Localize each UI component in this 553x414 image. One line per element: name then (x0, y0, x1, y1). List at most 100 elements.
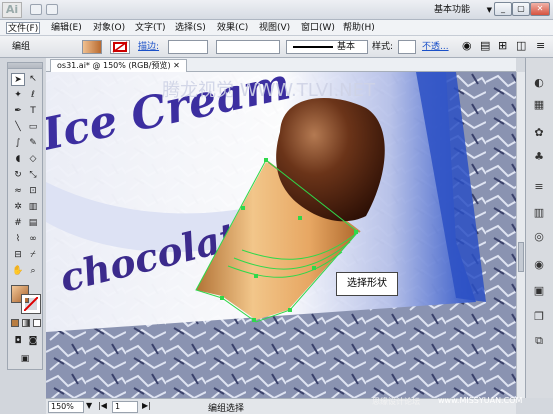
screen-mode-icon[interactable]: ▣ (18, 353, 32, 366)
hand-icon[interactable]: ✋ (11, 265, 25, 278)
menu-edit[interactable]: 编辑(E) (50, 22, 83, 34)
zoom-field[interactable]: 150% (48, 401, 84, 413)
color-icon[interactable]: ◐ (531, 76, 547, 90)
title-bar: Ai 基本功能 ▼ _ ▢ ✕ (0, 0, 553, 20)
arrange-docs-button[interactable] (46, 4, 58, 15)
stroke-swatch[interactable] (110, 40, 130, 54)
artboard-canvas[interactable]: Ice Cream chocolate 腾龙视觉 WWW.TLVI.NET (46, 72, 516, 398)
line-icon[interactable]: ╲ (11, 121, 25, 134)
workspace-switcher[interactable]: 基本功能 ▼ (434, 3, 492, 17)
direct-selection-icon[interactable]: ↖ (26, 73, 40, 86)
first-artboard-icon[interactable]: |◀ (98, 401, 107, 410)
last-artboard-icon[interactable]: ▶| (142, 401, 151, 410)
selection-icon[interactable]: ➤ (11, 73, 25, 86)
current-tool-status[interactable]: 编组选择 (208, 401, 244, 414)
brushes-icon[interactable]: ✿ (531, 126, 547, 140)
stroke-icon[interactable]: ≡ (531, 180, 547, 194)
swatches-icon[interactable]: ▦ (531, 98, 547, 112)
lasso-icon[interactable]: ℓ (26, 89, 40, 102)
eyedropper-icon[interactable]: ⌇ (11, 233, 25, 246)
vertical-scroll-thumb[interactable] (518, 242, 524, 272)
stroke-panel-link[interactable]: 描边: (138, 40, 159, 54)
panel-menu-icon[interactable]: ≡ (536, 39, 545, 53)
menu-view[interactable]: 视图(V) (258, 22, 291, 34)
symbols-icon[interactable]: ♣ (531, 150, 547, 164)
eraser-icon[interactable]: ◇ (26, 153, 40, 166)
free-transform-icon[interactable]: ⊡ (26, 185, 40, 198)
transform-icon[interactable]: ⊞ (498, 39, 507, 53)
menu-file[interactable]: 文件(F) (6, 22, 41, 34)
app-logo: Ai (2, 2, 22, 18)
pen-icon[interactable]: ✒ (11, 105, 25, 118)
none-mode-icon[interactable] (33, 319, 41, 327)
close-button[interactable]: ✕ (530, 2, 550, 16)
graph-icon[interactable]: ▥ (26, 201, 40, 214)
graphic-style-swatch[interactable] (398, 40, 416, 54)
footer-watermark-left: 思缘设计论坛 (372, 397, 420, 406)
symbol-sprayer-icon[interactable]: ✲ (11, 201, 25, 214)
transparency-icon[interactable]: ◎ (531, 230, 547, 244)
color-mode-icon[interactable] (11, 319, 19, 327)
draw-normal-icon[interactable]: ◘ (11, 335, 25, 348)
variable-width-select[interactable] (216, 40, 280, 54)
none-slash-icon (24, 297, 38, 311)
graphic-style-label: 样式: (372, 42, 394, 52)
toolbox-grip[interactable] (8, 63, 42, 69)
scale-icon[interactable]: ⤡ (26, 169, 40, 182)
minimize-button[interactable]: _ (494, 2, 512, 16)
menu-effect[interactable]: 效果(C) (216, 22, 249, 34)
document-tab[interactable]: os31.ai* @ 150% (RGB/预览) ✕ (50, 59, 187, 72)
menu-help[interactable]: 帮助(H) (342, 22, 376, 34)
document-tab-label: os31.ai* @ 150% (RGB/预览) (57, 61, 171, 70)
brush-profile-select[interactable]: 基本 (286, 40, 368, 54)
slice-icon[interactable]: ⌿ (26, 249, 40, 262)
gradient-icon[interactable]: ▤ (26, 217, 40, 230)
chevron-down-icon: ▼ (486, 6, 492, 14)
instruction-callout: 选择形状 (336, 272, 398, 296)
zoom-icon[interactable]: ⌕ (26, 265, 40, 278)
rectangle-icon[interactable]: ▭ (26, 121, 40, 134)
type-icon[interactable]: T (26, 105, 40, 118)
fill-swatch[interactable] (82, 40, 102, 54)
illustrator-window: Ai 基本功能 ▼ _ ▢ ✕ 文件(F) 编辑(E) 对象(O) 文字(T) 选… (0, 0, 553, 414)
panel-dock: ◐ ▦ ✿ ♣ ≡ ▥ ◎ ◉ ▣ ❐ ⧉ (525, 58, 553, 398)
toolbox: ➤ ↖ ✦ ℓ ✒ T ╲ ▭ ∫ ✎ ◖ ◇ ↻ ⤡ ≈ ⊡ ✲ ▥ # ▤ … (7, 62, 43, 370)
menu-window[interactable]: 窗口(W) (300, 22, 336, 34)
bridge-button[interactable] (30, 4, 42, 15)
vertical-scrollbar[interactable] (516, 72, 525, 398)
draw-behind-icon[interactable]: ◙ (26, 335, 40, 348)
layers-icon[interactable]: ❐ (531, 310, 547, 324)
blend-icon[interactable]: ∞ (26, 233, 40, 246)
warp-icon[interactable]: ≈ (11, 185, 25, 198)
blob-brush-icon[interactable]: ◖ (11, 153, 25, 166)
workspace-label: 基本功能 (434, 5, 471, 15)
rotate-icon[interactable]: ↻ (11, 169, 25, 182)
appearance-icon[interactable]: ◉ (531, 258, 547, 272)
document-tab-bar: os31.ai* @ 150% (RGB/预览) ✕ (46, 58, 516, 72)
artboards-icon[interactable]: ⧉ (531, 334, 547, 348)
menu-object[interactable]: 对象(O) (92, 22, 126, 34)
selection-type-label: 编组 (12, 42, 31, 52)
no-stroke-icon (112, 41, 128, 53)
artboard-field[interactable]: 1 (112, 401, 138, 413)
isolate-group-icon[interactable]: ◫ (516, 39, 526, 53)
close-tab-icon[interactable]: ✕ (173, 61, 180, 70)
opacity-link[interactable]: 不透... (422, 40, 449, 54)
recolor-icon[interactable]: ◉ (462, 39, 472, 53)
graphic-styles-icon[interactable]: ▣ (531, 284, 547, 298)
pencil-icon[interactable]: ✎ (26, 137, 40, 150)
gradient-mode-icon[interactable] (22, 319, 30, 327)
zoom-dropdown-icon[interactable]: ▼ (86, 401, 92, 410)
gradient-panel-icon[interactable]: ▥ (531, 206, 547, 220)
align-icon[interactable]: ▤ (480, 39, 490, 53)
brush-icon[interactable]: ∫ (11, 137, 25, 150)
menu-type[interactable]: 文字(T) (134, 22, 167, 34)
magic-wand-icon[interactable]: ✦ (11, 89, 25, 102)
stroke-weight-field[interactable] (168, 40, 208, 54)
menu-select[interactable]: 选择(S) (174, 22, 207, 34)
stroke-color-icon[interactable] (21, 294, 41, 314)
maximize-button[interactable]: ▢ (512, 2, 530, 16)
artboard-icon[interactable]: ⊟ (11, 249, 25, 262)
artwork-illustration: Ice Cream chocolate 腾龙视觉 WWW.TLVI.NET (46, 72, 516, 398)
mesh-icon[interactable]: # (11, 217, 25, 230)
